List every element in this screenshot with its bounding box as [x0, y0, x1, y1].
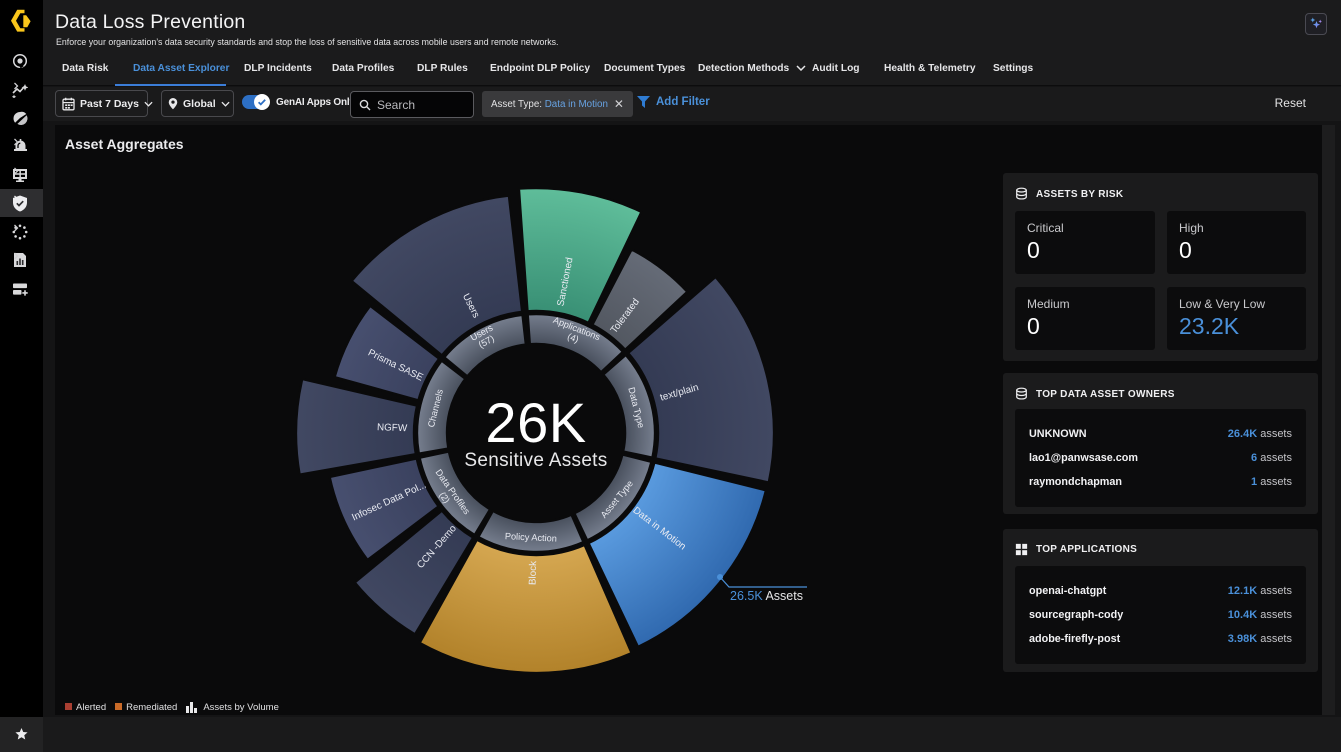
svg-text:Block: Block	[527, 561, 539, 585]
svg-text:NGFW: NGFW	[377, 422, 408, 434]
